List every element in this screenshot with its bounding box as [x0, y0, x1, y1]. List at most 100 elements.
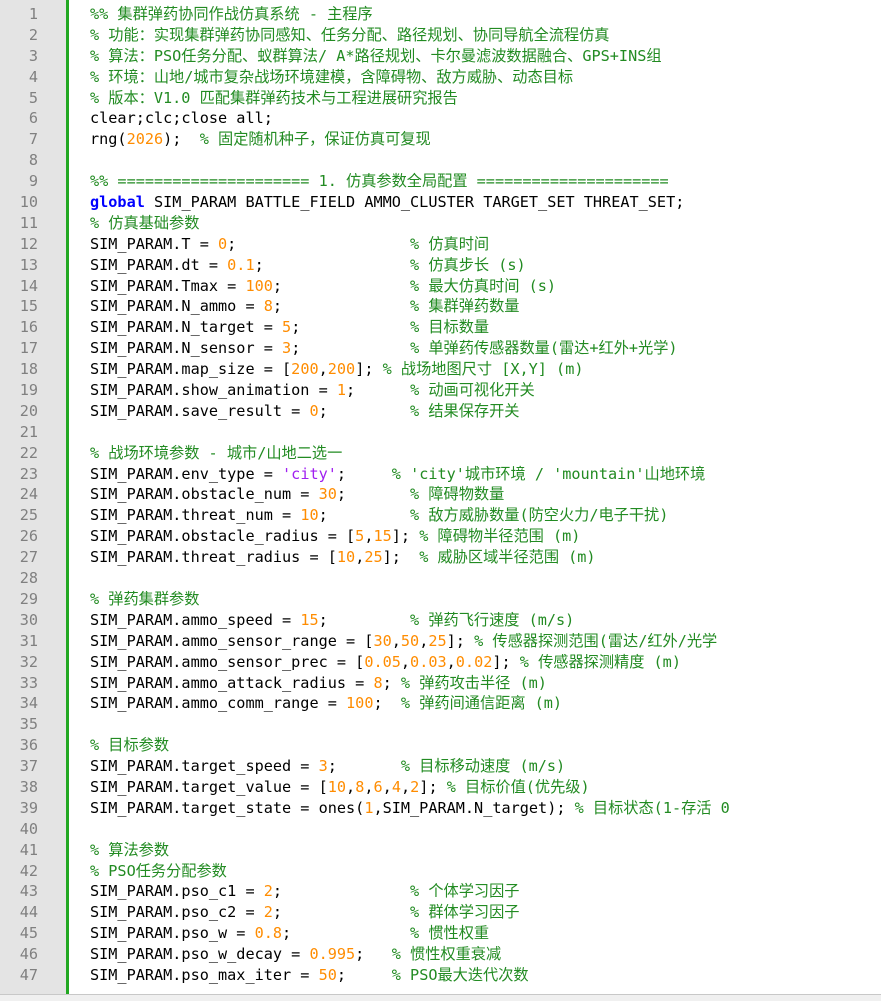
- code-number: 30: [318, 485, 337, 504]
- code-line[interactable]: 15 SIM_PARAM.N_ammo = 8; % 集群弹药数量: [0, 296, 881, 317]
- code-line[interactable]: 38 SIM_PARAM.target_value = [10,8,6,4,2];…: [0, 777, 881, 798]
- code-comment: % 算法：PSO任务分配、蚁群算法/ A*路径规划、卡尔曼滤波数据融合、GPS+…: [90, 46, 662, 65]
- code-line[interactable]: 3 % 算法：PSO任务分配、蚁群算法/ A*路径规划、卡尔曼滤波数据融合、GPS…: [0, 46, 881, 67]
- code-text: rng(2026); % 固定随机种子，保证仿真可复现: [90, 129, 431, 150]
- code-line[interactable]: 41 % 算法参数: [0, 840, 881, 861]
- code-line[interactable]: 12 SIM_PARAM.T = 0; % 仿真时间: [0, 234, 881, 255]
- code-token: SIM_PARAM.N_sensor =: [90, 339, 283, 358]
- code-line[interactable]: 33 SIM_PARAM.ammo_attack_radius = 8; % 弹药…: [0, 673, 881, 694]
- code-token: ;: [336, 485, 411, 504]
- code-line[interactable]: 43 SIM_PARAM.pso_c1 = 2; % 个体学习因子: [0, 881, 881, 902]
- code-line[interactable]: 44 SIM_PARAM.pso_c2 = 2; % 群体学习因子: [0, 902, 881, 923]
- code-token: ;: [272, 882, 411, 901]
- code-token: SIM_PARAM.ammo_speed =: [90, 610, 301, 629]
- code-line[interactable]: 42 % PSO任务分配参数: [0, 861, 881, 882]
- line-number: 25: [19, 506, 38, 525]
- code-line[interactable]: 46 SIM_PARAM.pso_w_decay = 0.995; % 惯性权重衰…: [0, 944, 881, 965]
- code-line[interactable]: 5 % 版本：V1.0 匹配集群弹药技术与工程进展研究报告: [0, 88, 881, 109]
- code-number: 2: [263, 882, 273, 901]
- code-number: 2: [263, 903, 273, 922]
- line-number: 9: [28, 172, 38, 191]
- code-line[interactable]: 14 SIM_PARAM.Tmax = 100; % 最大仿真时间 (s): [0, 276, 881, 297]
- code-comment: % 弹药飞行速度 (m/s): [410, 610, 575, 629]
- line-number: 24: [19, 485, 38, 504]
- code-line[interactable]: 8: [0, 150, 881, 171]
- code-token: clear;clc;close all;: [90, 109, 273, 128]
- code-line[interactable]: 29 % 弹药集群参数: [0, 589, 881, 610]
- code-text: %% 集群弹药协同作战仿真系统 - 主程序: [90, 4, 373, 25]
- code-line[interactable]: 23 SIM_PARAM.env_type = 'city'; % 'city'城…: [0, 464, 881, 485]
- code-line[interactable]: 25 SIM_PARAM.threat_num = 10; % 敌方威胁数量(防空…: [0, 505, 881, 526]
- code-comment: %% ===================== 1. 仿真参数全局配置 ===…: [90, 172, 669, 191]
- code-line[interactable]: 1 %% 集群弹药协同作战仿真系统 - 主程序: [0, 4, 881, 25]
- code-comment: % 威胁区域半径范围 (m): [419, 548, 596, 567]
- code-line[interactable]: 37 SIM_PARAM.target_speed = 3; % 目标移动速度 (…: [0, 756, 881, 777]
- code-token: SIM_PARAM.T =: [90, 234, 219, 253]
- code-line[interactable]: 27 SIM_PARAM.threat_radius = [10,25]; % 威…: [0, 547, 881, 568]
- code-token: SIM_PARAM.obstacle_radius = [: [90, 527, 356, 546]
- code-line[interactable]: 16 SIM_PARAM.N_target = 5; % 目标数量: [0, 317, 881, 338]
- code-comment: % 目标数量: [410, 318, 490, 337]
- code-line[interactable]: 6 clear;clc;close all;: [0, 108, 881, 129]
- code-token: SIM_PARAM.ammo_sensor_range = [: [90, 631, 374, 650]
- code-line[interactable]: 19 SIM_PARAM.show_animation = 1; % 动画可视化开…: [0, 380, 881, 401]
- code-token: ,: [419, 631, 429, 650]
- code-token: SIM_PARAM.ammo_sensor_prec = [: [90, 652, 365, 671]
- code-line[interactable]: 32 SIM_PARAM.ammo_sensor_prec = [0.05,0.0…: [0, 652, 881, 673]
- code-token: ;: [254, 255, 411, 274]
- code-token: SIM_PARAM.dt =: [90, 255, 228, 274]
- code-token: ,: [346, 777, 356, 796]
- code-number: 0.1: [227, 255, 255, 274]
- code-token: ,: [446, 652, 456, 671]
- code-line[interactable]: 28: [0, 568, 881, 589]
- code-line[interactable]: 40: [0, 819, 881, 840]
- code-line[interactable]: 10 global SIM_PARAM BATTLE_FIELD AMMO_CLU…: [0, 192, 881, 213]
- code-token: ;: [346, 381, 411, 400]
- code-text: SIM_PARAM.threat_radius = [10,25]; % 威胁区…: [90, 547, 596, 568]
- code-line[interactable]: 9 %% ===================== 1. 仿真参数全局配置 ==…: [0, 171, 881, 192]
- code-line[interactable]: 26 SIM_PARAM.obstacle_radius = [5,15]; % …: [0, 526, 881, 547]
- code-line[interactable]: 4 % 环境：山地/城市复杂战场环境建模，含障碍物、敌方威胁、动态目标: [0, 67, 881, 88]
- code-comment: % PSO任务分配参数: [90, 861, 227, 880]
- code-text: SIM_PARAM.env_type = 'city'; % 'city'城市环…: [90, 464, 705, 485]
- code-comment: % 最大仿真时间 (s): [410, 276, 557, 295]
- code-number: 100: [245, 276, 273, 295]
- code-text: SIM_PARAM.ammo_sensor_prec = [0.05,0.03,…: [90, 652, 681, 673]
- code-line[interactable]: 7 rng(2026); % 固定随机种子，保证仿真可复现: [0, 129, 881, 150]
- code-line[interactable]: 11 % 仿真基础参数: [0, 213, 881, 234]
- code-line[interactable]: 31 SIM_PARAM.ammo_sensor_range = [30,50,2…: [0, 631, 881, 652]
- code-line[interactable]: 18 SIM_PARAM.map_size = [200,200]; % 战场地图…: [0, 359, 881, 380]
- code-line[interactable]: 36 % 目标参数: [0, 735, 881, 756]
- code-comment: % 个体学习因子: [410, 882, 520, 901]
- code-token: ];: [355, 360, 383, 379]
- code-editor[interactable]: 1 %% 集群弹药协同作战仿真系统 - 主程序 2 % 功能：实现集群弹药协同感知、任…: [0, 0, 881, 1001]
- code-area[interactable]: 1 %% 集群弹药协同作战仿真系统 - 主程序 2 % 功能：实现集群弹药协同感知、任…: [0, 4, 881, 986]
- code-line[interactable]: 34 SIM_PARAM.ammo_comm_range = 100; % 弹药间…: [0, 693, 881, 714]
- line-number: 20: [19, 401, 38, 420]
- code-line[interactable]: 21: [0, 422, 881, 443]
- code-line[interactable]: 30 SIM_PARAM.ammo_speed = 15; % 弹药飞行速度 (m…: [0, 610, 881, 631]
- line-number: 10: [19, 193, 38, 212]
- code-text: SIM_PARAM.T = 0; % 仿真时间: [90, 234, 489, 255]
- code-line[interactable]: 2 % 功能：实现集群弹药协同感知、任务分配、路径规划、协同导航全流程仿真: [0, 25, 881, 46]
- code-line[interactable]: 45 SIM_PARAM.pso_w = 0.8; % 惯性权重: [0, 923, 881, 944]
- code-comment: % 战场环境参数 - 城市/山地二选一: [90, 443, 343, 462]
- code-line[interactable]: 35: [0, 714, 881, 735]
- code-text: SIM_PARAM.save_result = 0; % 结果保存开关: [90, 401, 519, 422]
- code-line[interactable]: 39 SIM_PARAM.target_state = ones(1,SIM_PA…: [0, 798, 881, 819]
- line-number: 41: [19, 840, 38, 859]
- code-line[interactable]: 20 SIM_PARAM.save_result = 0; % 结果保存开关: [0, 401, 881, 422]
- code-comment: % 功能：实现集群弹药协同感知、任务分配、路径规划、协同导航全流程仿真: [90, 25, 610, 44]
- code-line[interactable]: 13 SIM_PARAM.dt = 0.1; % 仿真步长 (s): [0, 255, 881, 276]
- code-line[interactable]: 17 SIM_PARAM.N_sensor = 3; % 单弹药传感器数量(雷达+…: [0, 338, 881, 359]
- horizontal-scrollbar[interactable]: [0, 994, 881, 1001]
- code-number: 0.05: [364, 652, 401, 671]
- line-number: 7: [28, 130, 38, 149]
- code-token: ];: [492, 652, 520, 671]
- code-line[interactable]: 22 % 战场环境参数 - 城市/山地二选一: [0, 443, 881, 464]
- code-line[interactable]: 24 SIM_PARAM.obstacle_num = 30; % 障碍物数量: [0, 484, 881, 505]
- code-token: ;: [272, 276, 411, 295]
- code-number: 200: [291, 360, 319, 379]
- code-line[interactable]: 47 SIM_PARAM.pso_max_iter = 50; % PSO最大迭代…: [0, 965, 881, 986]
- code-text: SIM_PARAM.Tmax = 100; % 最大仿真时间 (s): [90, 276, 556, 297]
